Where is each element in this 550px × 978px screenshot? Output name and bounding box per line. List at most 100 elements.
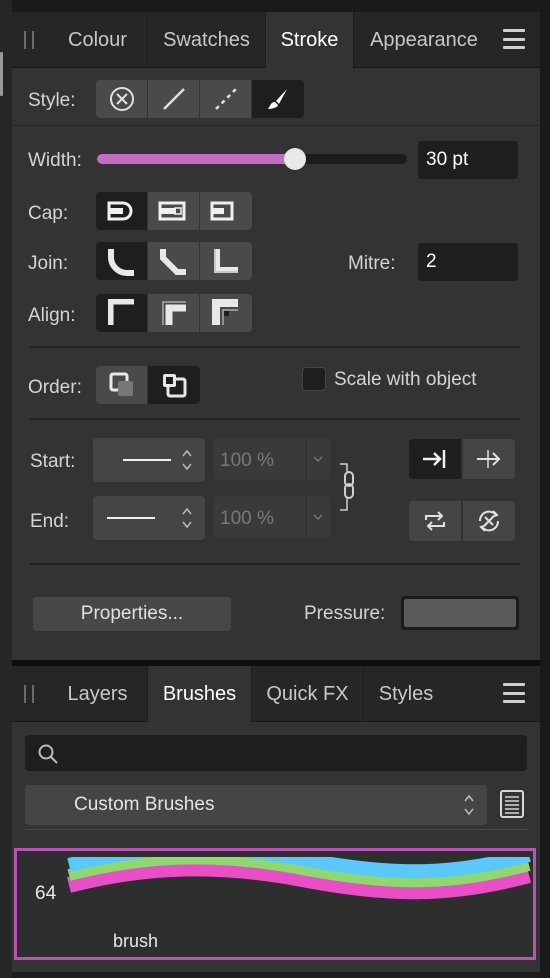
order-label: Order: <box>28 377 82 398</box>
arrowhead-past-end-button[interactable] <box>463 439 515 479</box>
brush-size: 64 <box>35 883 57 904</box>
mitre-join-icon <box>214 249 238 273</box>
inside-align-icon <box>161 301 186 325</box>
butt-cap-icon <box>210 201 234 221</box>
order-segmented <box>96 366 200 404</box>
panel-menu-icon[interactable] <box>503 683 525 703</box>
line-preview-icon <box>107 517 155 519</box>
start-percent-dropdown[interactable]: 100 % <box>214 438 330 480</box>
round-join-button[interactable] <box>96 242 148 280</box>
none-style-button[interactable] <box>96 80 148 118</box>
dashed-line-icon <box>214 88 237 110</box>
panel-grip-icon[interactable] <box>24 685 34 703</box>
reset-icon <box>478 510 500 532</box>
tab-stroke[interactable]: Stroke <box>266 12 354 68</box>
scale-with-object-checkbox[interactable] <box>302 367 326 391</box>
inside-align-button[interactable] <box>148 294 200 332</box>
pressure-graph[interactable] <box>401 596 519 630</box>
separator-3 <box>30 563 520 565</box>
round-cap-button[interactable] <box>96 192 148 230</box>
reset-arrowheads-button[interactable] <box>463 501 515 541</box>
tab-colour[interactable]: Colour <box>48 12 148 68</box>
pressure-label: Pressure: <box>304 603 386 624</box>
brush-icon <box>268 89 287 109</box>
width-field[interactable]: 30 pt <box>418 141 518 179</box>
tab-swatches[interactable]: Swatches <box>148 12 266 68</box>
mitre-label: Mitre: <box>348 253 396 274</box>
end-arrowhead-dropdown[interactable] <box>93 496 205 540</box>
brush-view-options-icon[interactable] <box>499 789 525 824</box>
top-panel-tabbar: Colour Swatches Stroke Appearance <box>12 12 540 68</box>
center-align-button[interactable] <box>96 294 148 332</box>
chevron-down-icon <box>313 514 323 521</box>
panel-menu-icon[interactable] <box>503 29 525 49</box>
link-chain-icon[interactable] <box>338 462 362 514</box>
brush-stroke-preview <box>67 857 532 900</box>
arrow-past-end-icon <box>477 450 501 468</box>
properties-button[interactable]: Properties... <box>33 597 231 631</box>
dock-resize-handle[interactable] <box>0 52 3 96</box>
swap-arrowheads-button[interactable] <box>409 501 461 541</box>
separator-1 <box>30 346 520 348</box>
stepper-icon <box>182 507 192 529</box>
brush-category-value: Custom Brushes <box>74 794 215 815</box>
round-cap-icon <box>107 201 132 221</box>
tab-quick-fx[interactable]: Quick FX <box>252 666 364 722</box>
stroke-behind-button[interactable] <box>96 366 148 404</box>
width-slider-thumb[interactable] <box>284 148 306 170</box>
align-segmented <box>96 294 252 332</box>
end-percent-value: 100 % <box>220 508 274 529</box>
butt-cap-button[interactable] <box>200 192 252 230</box>
cap-segmented <box>96 192 252 230</box>
line-preview-icon <box>123 459 171 461</box>
tab-styles[interactable]: Styles <box>364 666 448 722</box>
brush-category-select[interactable]: Custom Brushes <box>25 785 487 825</box>
arrowhead-at-end-button[interactable] <box>409 439 461 479</box>
width-slider-fill <box>97 154 295 164</box>
bottom-panel-tabbar: Layers Brushes Quick FX Styles <box>12 666 540 722</box>
stepper-icon <box>464 794 474 816</box>
square-cap-icon <box>158 201 185 221</box>
tab-layers[interactable]: Layers <box>48 666 148 722</box>
dashed-style-button[interactable] <box>200 80 252 118</box>
brush-list-separator <box>25 829 527 830</box>
center-align-icon <box>107 299 134 325</box>
square-cap-button[interactable] <box>148 192 200 230</box>
style-label: Style: <box>28 90 76 111</box>
separator-2 <box>30 418 520 420</box>
join-label: Join: <box>28 253 69 274</box>
solid-line-icon <box>162 88 185 110</box>
brush-search-input[interactable] <box>25 735 527 771</box>
arrow-to-end-icon <box>423 450 446 468</box>
solid-style-button[interactable] <box>148 80 200 118</box>
stroke-front-icon <box>163 374 187 398</box>
style-row-separator <box>12 125 540 126</box>
bevel-join-button[interactable] <box>148 242 200 280</box>
end-percent-dropdown[interactable]: 100 % <box>214 496 330 538</box>
left-dock-strip <box>0 0 12 978</box>
bevel-join-icon <box>159 249 186 275</box>
brush-name: brush <box>113 931 159 951</box>
start-percent-value: 100 % <box>220 450 274 471</box>
mitre-join-button[interactable] <box>200 242 252 280</box>
stroke-front-button[interactable] <box>148 366 200 404</box>
chevron-down-icon <box>313 456 323 463</box>
start-label: Start: <box>30 451 76 472</box>
window-right-edge <box>540 0 550 978</box>
scale-with-object-label: Scale with object <box>334 369 477 390</box>
tab-appearance[interactable]: Appearance <box>354 12 494 68</box>
join-segmented <box>96 242 252 280</box>
width-label: Width: <box>28 150 82 171</box>
panel-grip-icon[interactable] <box>24 31 34 49</box>
mitre-field[interactable]: 2 <box>418 243 518 281</box>
none-icon <box>109 87 134 111</box>
start-arrowhead-dropdown[interactable] <box>93 438 205 482</box>
outside-align-icon <box>212 299 238 325</box>
round-join-icon <box>107 249 134 276</box>
align-label: Align: <box>28 305 76 326</box>
brush-list-item[interactable]: 64 brush <box>14 848 536 960</box>
brush-style-button[interactable] <box>252 80 304 118</box>
tab-brushes[interactable]: Brushes <box>148 666 252 722</box>
style-segmented <box>96 80 304 118</box>
outside-align-button[interactable] <box>200 294 252 332</box>
